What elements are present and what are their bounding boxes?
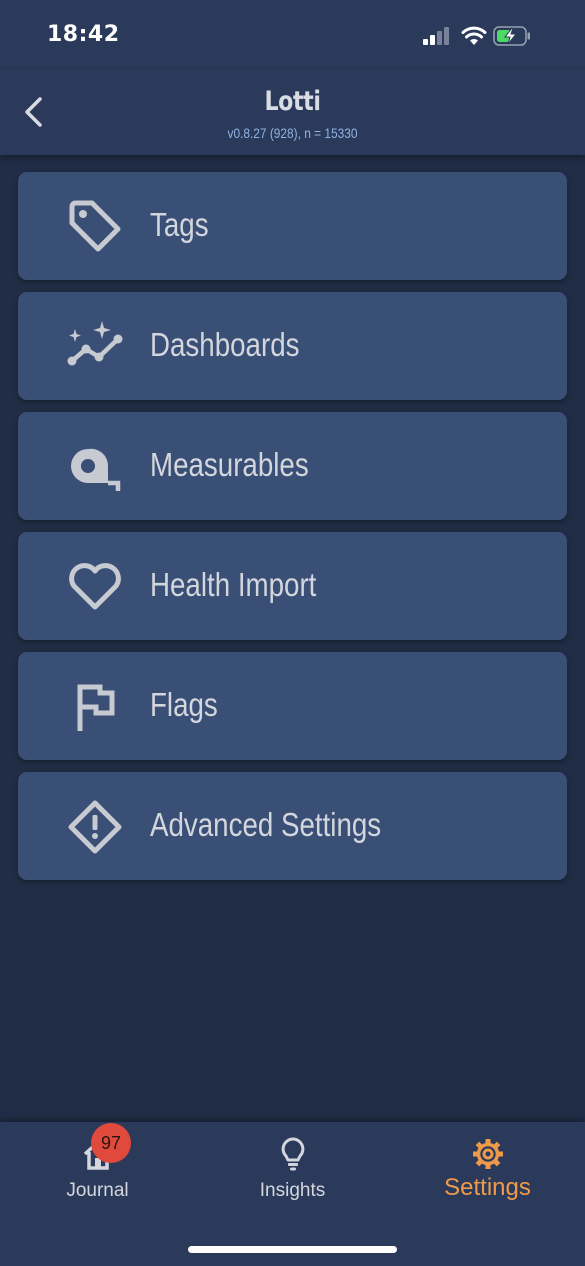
menu-item-label: Dashboards bbox=[150, 326, 300, 363]
menu-item-health-import[interactable]: Health Import bbox=[18, 532, 567, 640]
settings-menu: Tags Dashboards Measurables Health Impor… bbox=[18, 172, 567, 892]
status-bar: 18:42 bbox=[0, 0, 585, 70]
flag-icon bbox=[66, 679, 124, 735]
app-bar: Lotti v0.8.27 (928), n = 15330 bbox=[0, 70, 585, 155]
tag-icon bbox=[66, 199, 124, 255]
home-indicator bbox=[188, 1246, 397, 1253]
nav-journal[interactable]: 97 Journal bbox=[0, 1122, 195, 1222]
menu-item-tags[interactable]: Tags bbox=[18, 172, 567, 280]
menu-item-advanced-settings[interactable]: Advanced Settings bbox=[18, 772, 567, 880]
signal-icon bbox=[423, 27, 449, 45]
nav-insights[interactable]: Insights bbox=[195, 1122, 390, 1222]
nav-label: Journal bbox=[66, 1180, 129, 1201]
tape-measure-icon bbox=[66, 439, 124, 495]
wifi-icon bbox=[461, 26, 487, 45]
lightbulb-icon bbox=[275, 1136, 311, 1172]
status-time: 18:42 bbox=[47, 22, 120, 47]
menu-item-flags[interactable]: Flags bbox=[18, 652, 567, 760]
dashboard-sparkline-icon bbox=[66, 319, 124, 375]
nav-label: Insights bbox=[259, 1180, 326, 1201]
menu-item-label: Advanced Settings bbox=[150, 806, 382, 843]
notification-badge: 97 bbox=[91, 1123, 131, 1163]
nav-label: Settings bbox=[444, 1174, 531, 1201]
gear-icon bbox=[470, 1136, 506, 1172]
menu-item-label: Health Import bbox=[150, 566, 317, 603]
menu-item-label: Flags bbox=[150, 686, 218, 723]
bottom-nav: 97 Journal Insights Settings bbox=[0, 1122, 585, 1266]
heart-icon bbox=[66, 559, 124, 615]
page-title: Lotti bbox=[264, 86, 321, 117]
menu-item-dashboards[interactable]: Dashboards bbox=[18, 292, 567, 400]
battery-charging-icon bbox=[493, 26, 530, 46]
nav-settings[interactable]: Settings bbox=[390, 1122, 585, 1222]
menu-item-measurables[interactable]: Measurables bbox=[18, 412, 567, 520]
menu-item-label: Measurables bbox=[150, 446, 309, 483]
menu-item-label: Tags bbox=[150, 206, 209, 243]
version-subtitle: v0.8.27 (928), n = 15330 bbox=[227, 125, 358, 141]
warning-diamond-icon bbox=[66, 799, 124, 855]
